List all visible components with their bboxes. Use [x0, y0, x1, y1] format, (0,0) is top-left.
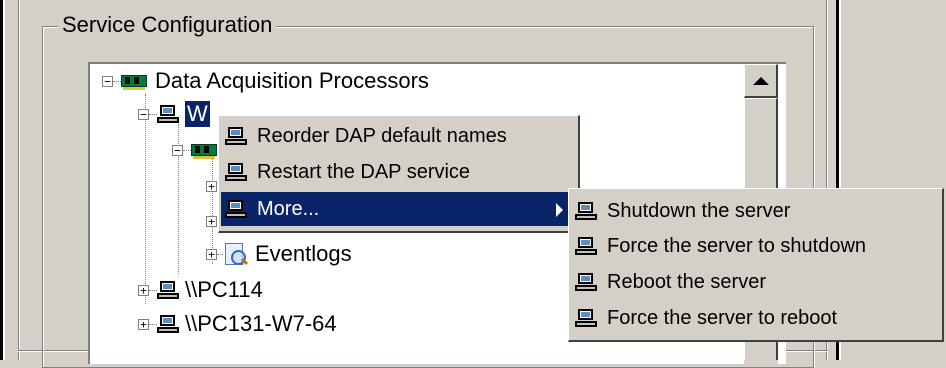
tree-node-child[interactable]: +: [206, 172, 217, 200]
computer-icon: [157, 280, 179, 300]
tree-connector: [149, 323, 157, 325]
tree-node-label: \\PC114: [185, 277, 263, 302]
menu-item-force-reboot[interactable]: Force the server to reboot: [571, 301, 939, 335]
eventlog-icon: [223, 242, 249, 266]
menu-item-shutdown-server[interactable]: Shutdown the server: [571, 194, 939, 228]
expand-toggle[interactable]: +: [206, 215, 217, 227]
expand-toggle[interactable]: +: [206, 248, 217, 260]
daq-card-icon: [191, 141, 217, 159]
menu-item-label: Reorder DAP default names: [257, 124, 507, 147]
window-border-left-highlight: [3, 0, 5, 360]
tree-node-label: \\PC131-W7-64: [185, 311, 337, 336]
panel-border-left-highlight: [19, 0, 20, 360]
tree-node-pc114[interactable]: + \\PC114: [138, 276, 263, 304]
menu-item-reboot-server[interactable]: Reboot the server: [571, 265, 939, 299]
computer-icon: [225, 126, 247, 146]
expand-toggle[interactable]: +: [206, 180, 217, 192]
tree-connector: [183, 149, 191, 151]
scroll-up-arrow-icon[interactable]: [744, 64, 778, 98]
computer-icon: [575, 272, 597, 292]
tree-node-label: Data Acquisition Processors: [155, 68, 429, 93]
collapse-toggle[interactable]: −: [138, 108, 149, 120]
menu-item-label: Force the server to reboot: [607, 306, 838, 329]
tree-node-pc131[interactable]: + \\PC131-W7-64: [138, 310, 337, 338]
collapse-toggle[interactable]: −: [172, 144, 183, 156]
menu-item-force-shutdown[interactable]: Force the server to shutdown: [571, 229, 939, 263]
tree-node-root[interactable]: − Data Acquisition Processors: [102, 67, 429, 95]
tree-node-child[interactable]: +: [206, 207, 217, 235]
expand-toggle[interactable]: +: [138, 284, 149, 296]
tree-connector: [149, 113, 157, 115]
computer-icon: [225, 199, 247, 219]
computer-icon: [575, 201, 597, 221]
menu-item-label: Restart the DAP service: [257, 160, 471, 183]
chevron-right-icon: [556, 203, 563, 217]
menu-item-restart-dap-service[interactable]: Restart the DAP service: [221, 155, 575, 189]
collapse-toggle[interactable]: −: [102, 75, 113, 87]
menu-item-label: More...: [257, 197, 320, 220]
computer-icon: [157, 314, 179, 334]
menu-item-label: Reboot the server: [607, 270, 766, 293]
menu-item-label: Shutdown the server: [607, 199, 791, 222]
menu-item-label: Force the server to shutdown: [607, 234, 867, 257]
group-title: Service Configuration: [58, 10, 277, 40]
context-menu: Reorder DAP default names Restart the DA…: [218, 115, 580, 233]
tree-node-label: Eventlogs: [255, 241, 352, 266]
menu-item-reorder-dap-names[interactable]: Reorder DAP default names: [221, 119, 575, 153]
computer-icon: [157, 104, 179, 124]
computer-icon: [225, 162, 247, 182]
tree-connector: [149, 289, 157, 291]
computer-icon: [575, 236, 597, 256]
daq-card-icon: [121, 72, 147, 90]
tree-connector: [113, 80, 121, 82]
menu-item-more[interactable]: More...: [221, 192, 577, 226]
computer-icon: [575, 308, 597, 328]
selected-node-label: W: [185, 101, 210, 127]
tree-node-selected-server[interactable]: − W: [138, 100, 210, 128]
tree-node-eventlogs[interactable]: + Eventlogs: [206, 240, 352, 268]
more-submenu: Shutdown the server Force the server to …: [568, 188, 944, 342]
expand-toggle[interactable]: +: [138, 318, 149, 330]
